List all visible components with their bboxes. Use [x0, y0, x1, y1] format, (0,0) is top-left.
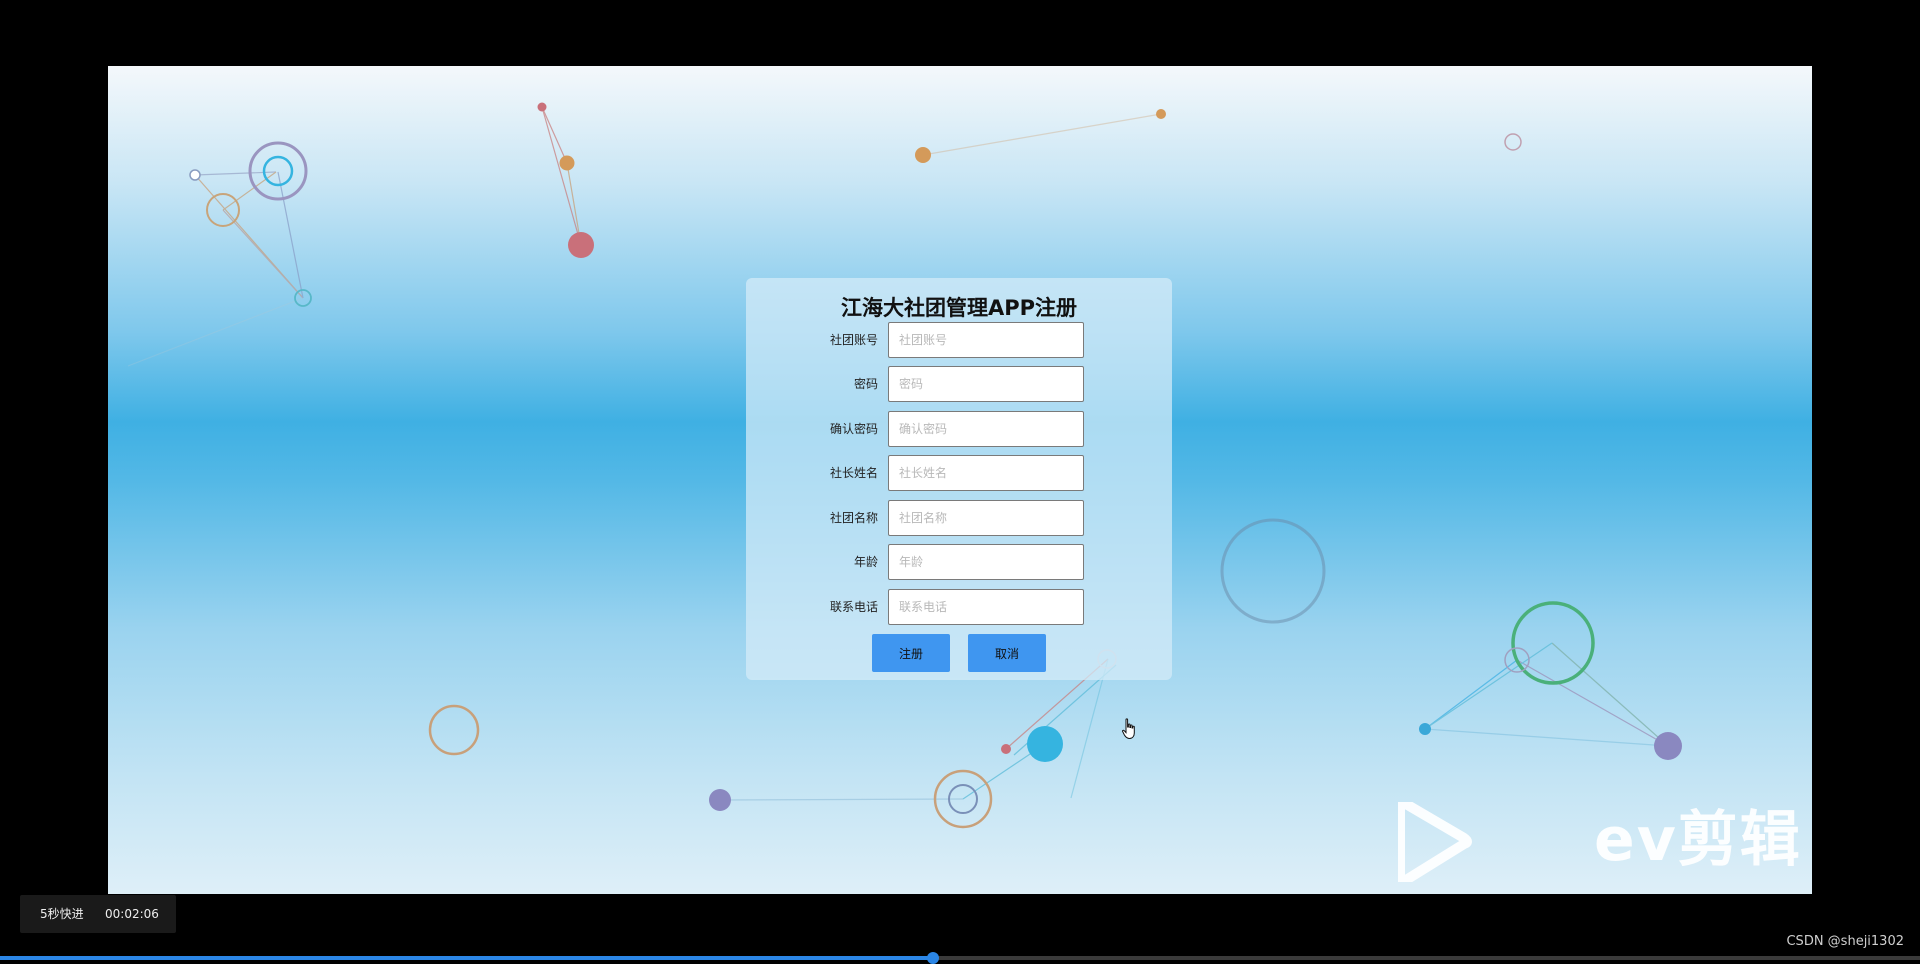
progress-bar[interactable]	[0, 952, 1920, 964]
progress-handle[interactable]	[927, 952, 940, 964]
field-row-phone: 联系电话	[746, 589, 1172, 625]
cancel-button[interactable]: 取消	[968, 634, 1046, 672]
club-account-input[interactable]	[888, 322, 1084, 358]
watermark-text: ev剪辑	[1594, 805, 1802, 875]
credit-label: CSDN @sheji1302	[1786, 934, 1904, 949]
field-row-age: 年龄	[746, 544, 1172, 580]
password-input[interactable]	[888, 366, 1084, 402]
progress-fill	[0, 956, 934, 960]
page-background: 江海大社团管理APP注册 社团账号 密码 确认密码 社长姓名 社团名称 年龄 联…	[108, 66, 1812, 894]
field-row-club-account: 社团账号	[746, 322, 1172, 358]
password-label: 密码	[853, 377, 878, 391]
phone-input[interactable]	[888, 589, 1084, 625]
club-name-label: 社团名称	[829, 511, 878, 525]
president-name-input[interactable]	[888, 455, 1084, 491]
hand-pointer-icon	[1122, 718, 1135, 740]
field-row-club-name: 社团名称	[746, 500, 1172, 536]
fast-forward-button[interactable]: 5秒快进	[40, 895, 84, 933]
age-label: 年龄	[853, 555, 878, 569]
confirm-password-label: 确认密码	[829, 422, 878, 436]
player-control-panel: 5秒快进 00:02:06	[20, 895, 176, 933]
register-form-card: 江海大社团管理APP注册 社团账号 密码 确认密码 社长姓名 社团名称 年龄 联…	[746, 278, 1172, 680]
president-name-label: 社长姓名	[829, 466, 878, 480]
club-name-input[interactable]	[888, 500, 1084, 536]
field-row-password: 密码	[746, 366, 1172, 402]
register-button[interactable]: 注册	[872, 634, 950, 672]
playback-time: 00:02:06	[105, 907, 159, 921]
form-title: 江海大社团管理APP注册	[840, 296, 1078, 320]
confirm-password-input[interactable]	[888, 411, 1084, 447]
field-row-confirm-password: 确认密码	[746, 411, 1172, 447]
club-account-label: 社团账号	[829, 333, 878, 347]
phone-label: 联系电话	[829, 600, 878, 614]
age-input[interactable]	[888, 544, 1084, 580]
field-row-president-name: 社长姓名	[746, 455, 1172, 491]
